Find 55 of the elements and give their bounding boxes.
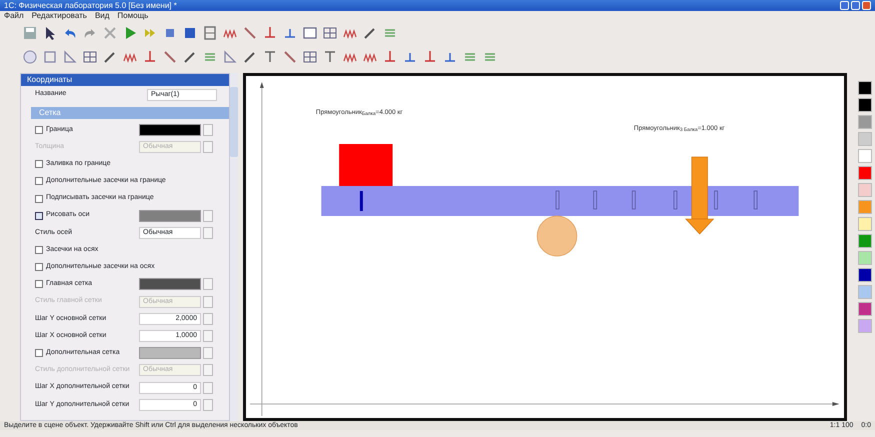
triangle-icon[interactable]: [222, 49, 238, 65]
window-title: 1С: Физическая лаборатория 5.0 [Без имени] *: [4, 0, 177, 11]
menu-item[interactable]: Редактировать: [32, 11, 87, 21]
color-swatch[interactable]: [139, 278, 201, 290]
text-icon[interactable]: [322, 49, 338, 65]
color-swatch[interactable]: [858, 302, 872, 316]
pivot-circle[interactable]: [536, 216, 578, 256]
color-swatch[interactable]: [858, 132, 872, 146]
checkbox[interactable]: [35, 263, 43, 272]
close-button[interactable]: [862, 1, 871, 10]
scrollbar[interactable]: [230, 73, 238, 421]
minimize-button[interactable]: [840, 1, 849, 10]
grid-icon[interactable]: [82, 49, 98, 65]
color-swatch[interactable]: [858, 149, 872, 163]
square-icon[interactable]: [42, 49, 58, 65]
rope-icon[interactable]: [282, 49, 298, 65]
menu-item[interactable]: Помощь: [117, 11, 148, 21]
text-icon[interactable]: [262, 49, 278, 65]
stop-icon[interactable]: [182, 25, 198, 41]
color-swatch[interactable]: [858, 81, 872, 95]
checkbox[interactable]: [35, 194, 43, 203]
color-swatch[interactable]: [139, 124, 201, 136]
color-swatch[interactable]: [858, 217, 872, 231]
color-swatch[interactable]: [858, 234, 872, 248]
color-swatch[interactable]: [858, 268, 872, 282]
checkbox[interactable]: [35, 349, 43, 358]
circle-icon[interactable]: [22, 49, 38, 65]
rope-icon[interactable]: [162, 49, 178, 65]
color-swatch[interactable]: [858, 251, 872, 265]
rectangle-icon[interactable]: [302, 25, 318, 41]
color-swatch[interactable]: [858, 285, 872, 299]
menu-item[interactable]: Вид: [94, 11, 110, 21]
checkbox[interactable]: [35, 160, 43, 168]
rope-icon[interactable]: [242, 25, 258, 41]
triangle-icon[interactable]: [62, 49, 78, 65]
delete-icon[interactable]: [102, 25, 118, 41]
checkbox[interactable]: [35, 246, 43, 254]
color-swatch[interactable]: [858, 115, 872, 129]
panel-header: Координаты: [21, 74, 229, 86]
force-arrow[interactable]: [685, 156, 714, 234]
color-swatch[interactable]: [858, 183, 872, 197]
color-swatch[interactable]: [858, 166, 872, 180]
maximize-button[interactable]: [851, 1, 860, 10]
grid-icon[interactable]: [322, 25, 338, 41]
checkbox[interactable]: [35, 177, 43, 186]
checkbox[interactable]: [35, 280, 43, 288]
color-swatch[interactable]: [858, 200, 872, 214]
color-swatch[interactable]: [139, 210, 201, 222]
color-swatch[interactable]: [139, 347, 201, 360]
checkbox[interactable]: [35, 126, 43, 134]
menu-item[interactable]: Файл: [4, 11, 24, 21]
checkbox[interactable]: [35, 212, 43, 220]
grid-icon[interactable]: [302, 49, 318, 65]
color-swatch[interactable]: [858, 98, 872, 112]
color-swatch[interactable]: [858, 319, 872, 333]
